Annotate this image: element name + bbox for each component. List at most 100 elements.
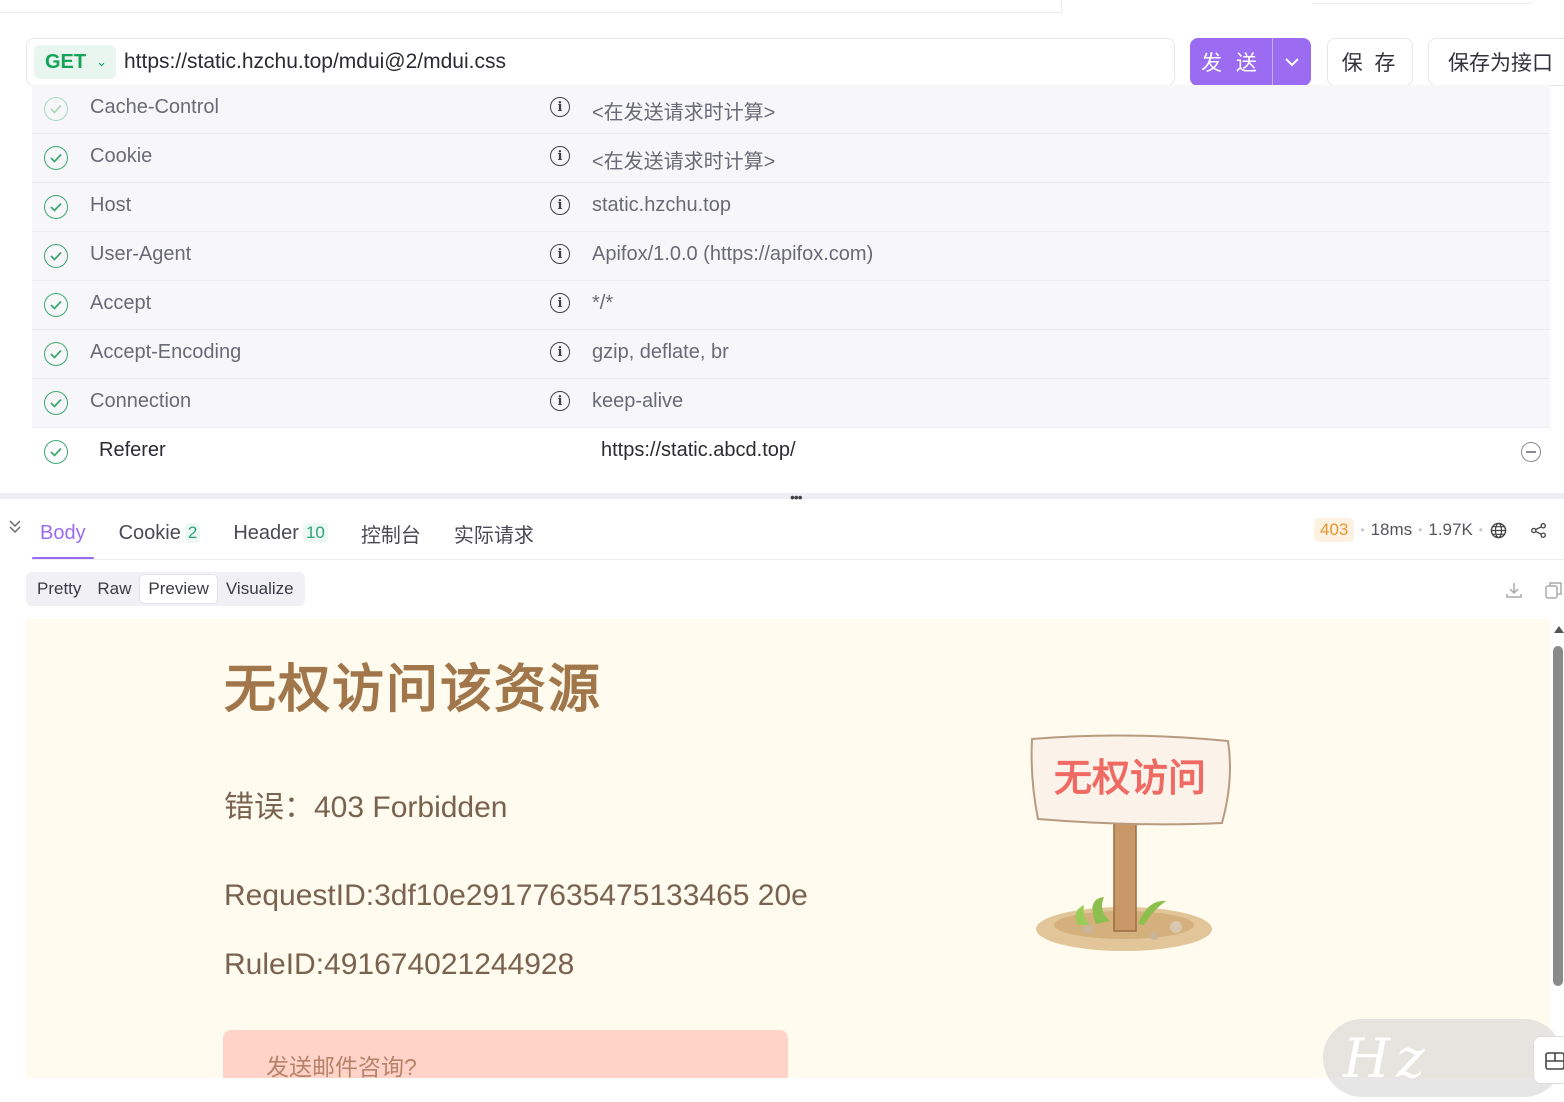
header-value: <在发送请求时计算> <box>592 151 776 173</box>
header-key: Host <box>90 194 132 216</box>
tab-label: Body <box>40 521 86 544</box>
table-row-user-header: Referer https://static.abcd.top/ <box>32 428 1550 477</box>
header-key: Accept <box>90 292 152 314</box>
view-mode-visualize[interactable]: Visualize <box>218 574 302 604</box>
tab-label: 控制台 <box>360 524 421 547</box>
remove-icon[interactable] <box>1521 442 1541 462</box>
response-preview: 无权访问该资源 错误：403 Forbidden RequestID:3df10… <box>26 619 1550 1078</box>
response-time[interactable]: 18ms <box>1371 520 1413 540</box>
header-key: Cookie <box>90 145 153 167</box>
error-text: 错误：403 Forbidden <box>224 791 508 824</box>
tabs-divider <box>32 559 1564 560</box>
response-tabs: Body Cookie 2 Header 10 控制台 实际请求 <box>32 506 559 560</box>
top-strip <box>0 0 1564 14</box>
sign-text: 无权访问 <box>1054 756 1206 800</box>
request-id-text: RequestID:3df10e29177635475133465 20e <box>224 879 808 912</box>
page-title: 无权访问该资源 <box>224 661 603 719</box>
chevron-down-icon: ⌄ <box>96 54 108 69</box>
header-key: Cache-Control <box>90 96 219 118</box>
tab-count-badge: 2 <box>184 523 201 543</box>
url-bar[interactable]: GET ⌄ https://static.hzchu.top/mdui@2/md… <box>26 38 1175 86</box>
info-icon[interactable]: i <box>550 195 570 215</box>
view-mode-raw[interactable]: Raw <box>89 574 139 604</box>
watermark: Hz Hzc <box>1323 1019 1563 1097</box>
table-row: User-Agent i Apifox/1.0.0 (https://apifo… <box>32 232 1550 281</box>
share-icon[interactable] <box>1529 521 1547 539</box>
check-icon[interactable] <box>44 195 68 219</box>
check-icon[interactable] <box>44 440 68 464</box>
preview-scrollbar[interactable] <box>1552 626 1564 1088</box>
method-select[interactable]: GET ⌄ <box>34 45 116 79</box>
header-value: <在发送请求时计算> <box>592 102 776 124</box>
header-value: static.hzchu.top <box>592 194 731 216</box>
drag-handle-icon[interactable]: ••• <box>790 489 803 505</box>
header-value-input[interactable]: https://static.abcd.top/ <box>601 439 796 462</box>
top-strip-right <box>1312 0 1532 4</box>
save-button[interactable]: 保 存 <box>1327 38 1413 86</box>
separator-dot: • <box>1418 523 1423 537</box>
check-icon[interactable] <box>44 391 68 415</box>
info-icon[interactable]: i <box>550 97 570 117</box>
table-row-cut <box>0 476 1564 494</box>
info-icon[interactable]: i <box>550 293 570 313</box>
send-button[interactable]: 发 送 <box>1190 38 1311 86</box>
info-icon[interactable]: i <box>550 244 570 264</box>
tab-label: 实际请求 <box>453 524 534 547</box>
corner-widget-icon[interactable] <box>1533 1036 1564 1084</box>
header-key: User-Agent <box>90 243 192 265</box>
table-row: Cookie i <在发送请求时计算> <box>32 134 1550 183</box>
info-icon[interactable]: i <box>550 391 570 411</box>
header-key: Connection <box>90 390 192 412</box>
check-icon[interactable] <box>44 293 68 317</box>
view-mode-pretty[interactable]: Pretty <box>29 574 89 604</box>
method-label: GET <box>45 50 87 73</box>
view-mode-preview[interactable]: Preview <box>139 574 218 604</box>
header-value: keep-alive <box>592 390 684 412</box>
scroll-thumb[interactable] <box>1553 646 1563 986</box>
header-key: Accept-Encoding <box>90 341 242 363</box>
check-icon[interactable] <box>44 342 68 366</box>
watermark-text: Hz Hzc <box>1343 1027 1461 1097</box>
view-mode-switch: Pretty Raw Preview Visualize <box>26 572 305 606</box>
save-as-api-button[interactable]: 保存为接口 <box>1428 38 1564 86</box>
send-options-chevron-icon[interactable] <box>1273 38 1311 86</box>
header-value: gzip, deflate, br <box>592 341 729 363</box>
header-value: */* <box>592 292 614 314</box>
send-button-label[interactable]: 发 送 <box>1190 38 1273 86</box>
tab-actual-request[interactable]: 实际请求 <box>446 506 542 560</box>
top-strip-left <box>0 0 1062 13</box>
info-icon[interactable]: i <box>550 342 570 362</box>
table-row: Connection i keep-alive <box>32 379 1550 428</box>
check-icon[interactable] <box>44 97 68 121</box>
separator-dot: • <box>1478 523 1483 537</box>
header-key-input[interactable]: Referer <box>99 439 166 462</box>
copy-icon[interactable] <box>1544 580 1564 605</box>
tab-body[interactable]: Body <box>32 506 94 560</box>
check-icon[interactable] <box>44 244 68 268</box>
tab-cookie[interactable]: Cookie 2 <box>111 506 209 560</box>
table-row: Accept i */* <box>32 281 1550 330</box>
scroll-up-arrow-icon[interactable] <box>1554 626 1564 633</box>
status-code-badge[interactable]: 403 <box>1314 518 1355 542</box>
header-value: Apifox/1.0.0 (https://apifox.com) <box>592 243 874 265</box>
collapse-icon[interactable] <box>9 520 21 537</box>
tab-label: Cookie <box>118 521 181 544</box>
table-row: Accept-Encoding i gzip, deflate, br <box>32 330 1550 379</box>
table-row: Cache-Control i <在发送请求时计算> <box>32 85 1550 134</box>
check-icon[interactable] <box>44 146 68 170</box>
rule-id-text: RuleID:491674021244928 <box>224 948 575 981</box>
panel-splitter[interactable]: ••• <box>0 489 1564 505</box>
table-row: Host i static.hzchu.top <box>32 183 1550 232</box>
download-icon[interactable] <box>1504 580 1524 605</box>
response-status: 403 • 18ms • 1.97K • <box>1314 516 1547 544</box>
tab-label: Header <box>233 521 299 544</box>
url-input[interactable]: https://static.hzchu.top/mdui@2/mdui.css <box>124 50 506 74</box>
response-size[interactable]: 1.97K <box>1428 520 1472 540</box>
send-mail-button[interactable]: 发送邮件咨询? <box>223 1030 788 1078</box>
globe-icon[interactable] <box>1489 521 1507 539</box>
tab-header[interactable]: Header 10 <box>225 506 336 560</box>
info-icon[interactable]: i <box>550 146 570 166</box>
no-access-sign-illustration: 无权访问 <box>1026 729 1266 964</box>
tab-console[interactable]: 控制台 <box>353 506 429 560</box>
tab-count-badge: 10 <box>302 523 328 543</box>
